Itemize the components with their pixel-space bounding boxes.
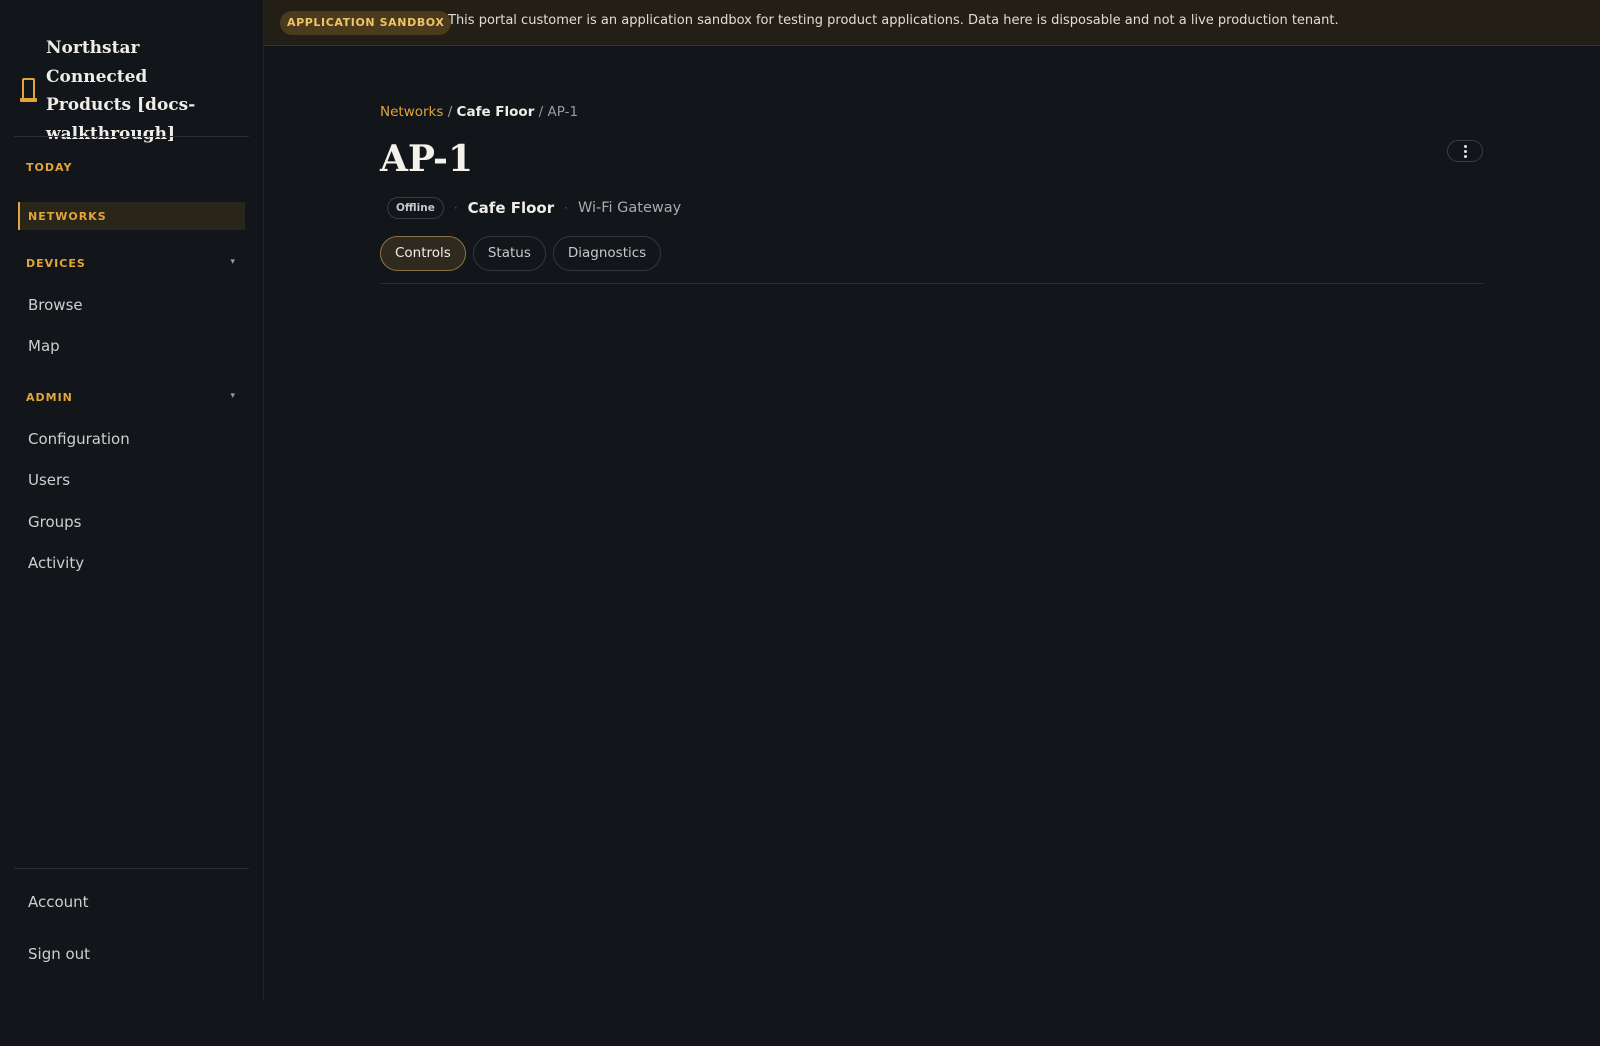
device-type: Wi-Fi Gateway	[577, 200, 682, 216]
breadcrumb-networks[interactable]: Networks	[380, 104, 443, 120]
sidebar: Northstar Connected Products [docs-walkt…	[0, 0, 264, 1000]
page-title: AP-1	[380, 138, 474, 180]
breadcrumb-separator: /	[443, 104, 457, 120]
sidebar-divider	[14, 868, 249, 869]
tab-diagnostics[interactable]: Diagnostics	[552, 236, 662, 271]
sidebar-item-networks[interactable]: NETWORKS	[18, 202, 245, 230]
sidebar-item-map[interactable]: Map	[28, 337, 60, 355]
sidebar-item-configuration[interactable]: Configuration	[28, 430, 130, 448]
sandbox-banner-text: This portal customer is an application s…	[448, 13, 1339, 28]
meta-separator: ·	[564, 201, 568, 215]
sidebar-item-activity[interactable]: Activity	[28, 554, 84, 572]
sidebar-item-groups[interactable]: Groups	[28, 513, 81, 531]
sidebar-section-devices[interactable]: DEVICES ▾	[26, 257, 236, 270]
device-icon	[18, 77, 38, 105]
status-badge: Offline	[387, 197, 444, 219]
breadcrumb-current: AP-1	[547, 104, 579, 120]
tabs-divider	[380, 283, 1484, 284]
brand[interactable]: Northstar Connected Products [docs-walkt…	[18, 34, 248, 148]
sign-out-link[interactable]: Sign out	[28, 945, 90, 963]
account-link[interactable]: Account	[28, 893, 89, 911]
meta-separator: ·	[453, 201, 458, 215]
chevron-down-icon: ▾	[230, 257, 236, 267]
device-tabs: Controls Status Diagnostics	[380, 236, 662, 271]
sandbox-banner: APPLICATION SANDBOX This portal customer…	[264, 0, 1600, 46]
sandbox-badge: APPLICATION SANDBOX	[280, 11, 452, 35]
sidebar-item-browse[interactable]: Browse	[28, 296, 83, 314]
sidebar-item-users[interactable]: Users	[28, 471, 70, 489]
sidebar-section-label: ADMIN	[26, 391, 73, 404]
more-actions-button[interactable]	[1447, 140, 1483, 162]
more-vertical-icon	[1463, 144, 1467, 158]
sidebar-divider	[14, 136, 249, 137]
breadcrumb-separator: /	[534, 104, 548, 120]
sidebar-item-today[interactable]: TODAY	[26, 161, 236, 174]
sidebar-section-label: DEVICES	[26, 257, 86, 270]
tab-controls[interactable]: Controls	[380, 236, 466, 271]
sidebar-item-label: TODAY	[26, 161, 73, 174]
breadcrumb-network[interactable]: Cafe Floor	[457, 104, 535, 120]
sidebar-item-label: NETWORKS	[28, 210, 107, 223]
chevron-down-icon: ▾	[230, 391, 236, 401]
tab-status[interactable]: Status	[472, 236, 546, 271]
sidebar-section-admin[interactable]: ADMIN ▾	[26, 391, 236, 404]
device-meta: Offline · Cafe Floor · Wi-Fi Gateway	[387, 197, 681, 219]
device-network: Cafe Floor	[467, 199, 555, 217]
breadcrumb: Networks / Cafe Floor / AP-1	[380, 104, 578, 120]
brand-title: Northstar Connected Products [docs-walkt…	[46, 38, 196, 144]
